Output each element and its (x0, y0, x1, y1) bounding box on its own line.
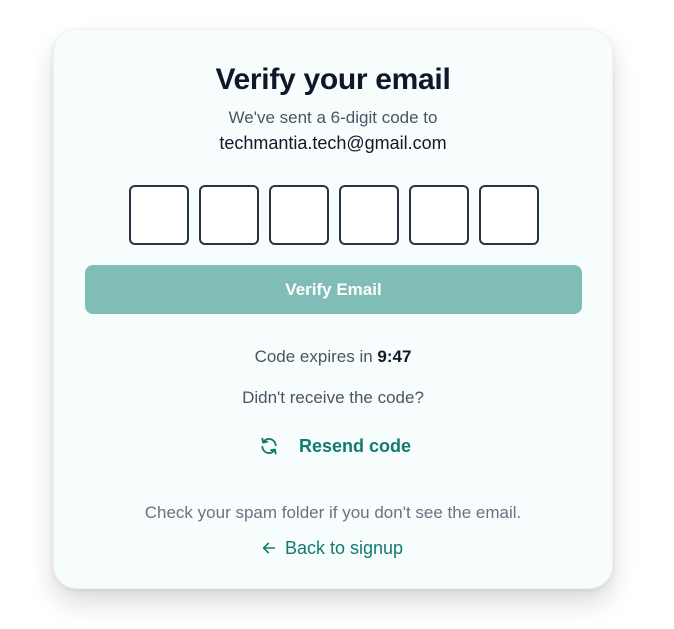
otp-digit-2[interactable] (199, 185, 259, 245)
otp-digit-6[interactable] (479, 185, 539, 245)
subtitle: We've sent a 6-digit code to (228, 108, 438, 127)
expiry-timer: 9:47 (377, 347, 412, 366)
refresh-icon (259, 436, 279, 456)
back-to-signup-label: Back to signup (285, 537, 404, 558)
resend-prompt: Didn't receive the code? (242, 388, 424, 407)
page-title: Verify your email (215, 63, 451, 96)
expiry-label: Code expires in (254, 347, 378, 366)
verify-email-button[interactable]: Verify Email (85, 265, 582, 314)
resend-code-label: Resend code (299, 435, 412, 456)
otp-digit-1[interactable] (129, 185, 189, 245)
back-to-signup-link[interactable]: Back to signup (261, 536, 403, 560)
code-expiry-text: Code expires in 9:47 (54, 347, 612, 367)
email-address: techmantia.tech@gmail.com (219, 133, 447, 153)
otp-input-group (129, 185, 539, 245)
otp-digit-4[interactable] (339, 185, 399, 245)
resend-code-button[interactable]: Resend code (259, 433, 411, 459)
verify-email-card: Verify your email We've sent a 6-digit c… (53, 29, 613, 589)
arrow-left-icon (261, 540, 277, 556)
otp-digit-3[interactable] (269, 185, 329, 245)
spam-folder-note: Check your spam folder if you don't see … (144, 503, 522, 522)
otp-digit-5[interactable] (409, 185, 469, 245)
